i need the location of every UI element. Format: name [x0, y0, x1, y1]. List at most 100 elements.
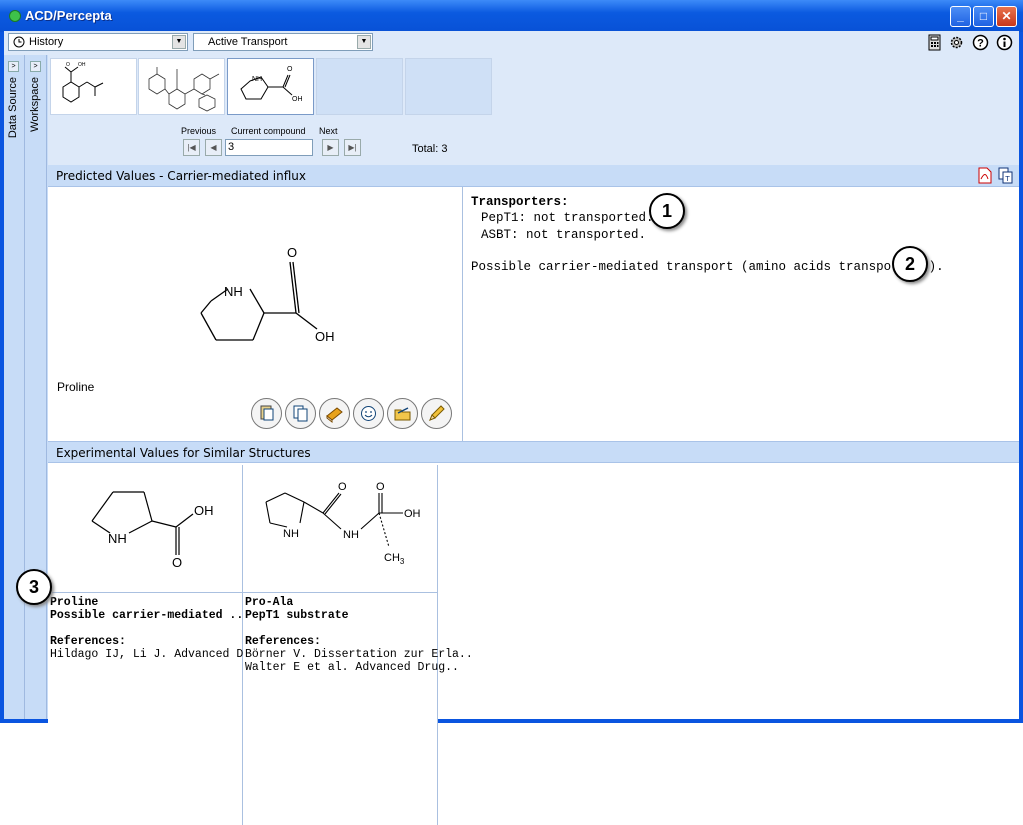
workspace-tab[interactable]: Workspace: [29, 77, 41, 132]
main-toolbar: History ▼ Active Transport ▼ ?: [4, 31, 1019, 55]
compound-thumbnail-1[interactable]: O OH: [50, 58, 137, 115]
main-panel: O OH NH O OH Previous Current compound N…: [48, 55, 1019, 825]
ch3-atom-label: CH3: [384, 552, 405, 566]
aspirin-structure: O OH: [62, 62, 104, 103]
history-dropdown[interactable]: History ▼: [8, 33, 188, 51]
transporter-pept1: PepT1: not transported.: [481, 211, 654, 225]
help-icon[interactable]: ?: [972, 34, 989, 51]
info-icon[interactable]: [996, 34, 1013, 51]
proline-structure: NH O OH: [200, 245, 335, 344]
title-bar[interactable]: ACD/Percepta _ □ ✕: [0, 0, 1023, 32]
thumb-nh-label: NH: [252, 76, 262, 83]
structure-panel: NH O OH Proline: [48, 187, 463, 441]
window-title: ACD/Percepta: [25, 8, 112, 23]
compound-thumbnail-slot: [316, 58, 403, 115]
next-label: Next: [319, 126, 338, 136]
chevron-down-icon[interactable]: ▼: [357, 35, 371, 49]
similar-structure-card-pro-ala[interactable]: NH O NH O OH CH3 Pro-Ala PepT1 substrate…: [243, 465, 473, 825]
workspace-sidebar[interactable]: > Workspace: [26, 55, 47, 719]
minimize-button[interactable]: _: [950, 6, 971, 27]
reference-item: Hildago IJ, Li J. Advanced Dru..: [50, 648, 271, 661]
app-window: ACD/Percepta _ □ ✕ History ▼ Active Tran…: [0, 0, 1023, 825]
callout-1: 1: [649, 193, 685, 229]
thumb-o-label: O: [66, 62, 70, 68]
thumb-oh-label: OH: [78, 62, 86, 68]
thumb-oh-label: OH: [292, 96, 303, 103]
card-info: Pro-Ala PepT1 substrate References: Börn…: [245, 596, 473, 674]
previous-button[interactable]: ◀: [205, 139, 222, 156]
oh-atom-label: OH: [315, 329, 335, 344]
structure-image: NH O OH: [48, 465, 242, 593]
module-dropdown-label: Active Transport: [208, 36, 288, 48]
references-label: References:: [50, 635, 126, 648]
database-book-icon[interactable]: [319, 398, 350, 429]
thumb-o-label: O: [287, 66, 293, 73]
data-source-tab[interactable]: Data Source: [7, 77, 19, 138]
o-atom-label: O: [287, 245, 297, 260]
compound-name: Proline: [57, 380, 95, 394]
previous-label: Previous: [181, 126, 217, 136]
card-name: Proline: [50, 596, 99, 609]
reference-item: Börner V. Dissertation zur Erla..: [245, 648, 473, 661]
nh-atom-label: NH: [343, 529, 359, 541]
transporter-asbt: ASBT: not transported.: [481, 228, 647, 242]
expand-arrow-icon[interactable]: >: [8, 61, 19, 72]
pdf-export-icon[interactable]: [977, 167, 993, 184]
nh-atom-label: NH: [224, 284, 243, 299]
copy-structure-icon[interactable]: [251, 398, 282, 429]
open-folder-icon[interactable]: [387, 398, 418, 429]
history-dropdown-label: History: [29, 36, 64, 48]
total-count: Total: 3: [412, 143, 448, 155]
reference-item: Walter E et al. Advanced Drug..: [245, 661, 459, 674]
card-subtitle: PepT1 substrate: [245, 609, 349, 622]
copy-image-icon[interactable]: [285, 398, 316, 429]
prediction-results-panel: Transporters: PepT1: not transported. AS…: [463, 187, 1019, 441]
gear-icon[interactable]: [948, 34, 965, 51]
copy-text-icon[interactable]: T: [998, 167, 1014, 184]
transporters-heading: Transporters:: [471, 195, 569, 209]
complex-structure: [148, 67, 220, 112]
oh-atom-label: OH: [194, 503, 214, 518]
experimental-values-header: Experimental Values for Similar Structur…: [48, 441, 1019, 463]
app-icon: [9, 10, 21, 22]
experimental-values-title: Experimental Values for Similar Structur…: [56, 446, 311, 460]
clock-icon: [13, 36, 25, 48]
o-atom-label: O: [172, 555, 182, 570]
current-compound-label: Current compound: [231, 126, 306, 136]
svg-text:T: T: [1004, 175, 1010, 183]
callout-2: 2: [892, 246, 928, 282]
nh-atom-label: NH: [108, 531, 127, 546]
references-label: References:: [245, 635, 321, 648]
nh-atom-label: NH: [283, 528, 299, 540]
card-subtitle: Possible carrier-mediated ..: [50, 609, 244, 622]
predicted-values-title: Predicted Values - Carrier-mediated infl…: [56, 169, 307, 183]
card-info: Proline Possible carrier-mediated .. Ref…: [50, 596, 271, 661]
chevron-down-icon[interactable]: ▼: [172, 35, 186, 49]
expand-arrow-icon[interactable]: >: [30, 61, 41, 72]
pencil-edit-icon[interactable]: [421, 398, 452, 429]
current-compound-input[interactable]: 3: [225, 139, 313, 156]
structure-image: NH O NH O OH CH3: [243, 465, 437, 593]
close-button[interactable]: ✕: [996, 6, 1017, 27]
oh-atom-label: OH: [404, 508, 421, 520]
smiley-icon[interactable]: [353, 398, 384, 429]
card-name: Pro-Ala: [245, 596, 294, 609]
callout-3: 3: [16, 569, 52, 605]
o-atom-label: O: [376, 481, 385, 493]
proline-thumb-structure: NH O OH: [240, 66, 303, 103]
similar-structure-card-proline[interactable]: NH O OH Proline Possible carrier-mediate…: [48, 465, 271, 825]
next-button[interactable]: ▶: [322, 139, 339, 156]
possible-transport-text: Possible carrier-mediated transport (ami…: [471, 260, 944, 274]
last-button[interactable]: ▶|: [344, 139, 361, 156]
maximize-button[interactable]: □: [973, 6, 994, 27]
compound-thumbnail-slot: [405, 58, 492, 115]
first-button[interactable]: |◀: [183, 139, 200, 156]
client-area: History ▼ Active Transport ▼ ? > Data So…: [4, 31, 1019, 825]
module-dropdown[interactable]: Active Transport ▼: [193, 33, 373, 51]
compound-navigator: O OH NH O OH Previous Current compound N…: [48, 55, 1019, 165]
compound-thumbnail-3[interactable]: NH O OH: [227, 58, 314, 115]
data-source-sidebar[interactable]: > Data Source: [4, 55, 25, 719]
svg-text:?: ?: [977, 38, 984, 50]
calculator-icon[interactable]: [926, 34, 943, 51]
compound-thumbnail-2[interactable]: [138, 58, 225, 115]
